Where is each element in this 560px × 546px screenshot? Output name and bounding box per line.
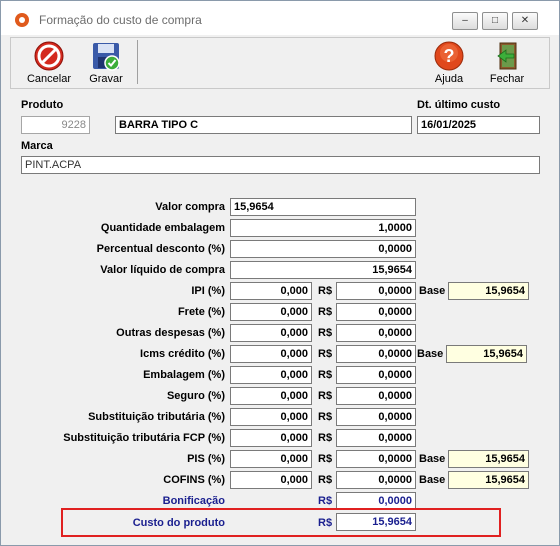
substituicao-tributaria-label: Substituição tributária (%) bbox=[88, 411, 225, 423]
produto-label: Produto bbox=[21, 99, 64, 111]
icms-credito-label: Icms crédito (%) bbox=[140, 348, 225, 360]
marca-field[interactable]: PINT.ACPA bbox=[21, 156, 540, 174]
cofins-currency: R$ bbox=[318, 474, 333, 486]
quantidade-embalagem-input[interactable]: 1,0000 bbox=[230, 219, 416, 237]
percentual-desconto-input[interactable]: 0,0000 bbox=[230, 240, 416, 258]
outras-despesas-label: Outras despesas (%) bbox=[116, 327, 225, 339]
embalagem-pct-input[interactable]: 0,000 bbox=[230, 366, 312, 384]
cofins-label: COFINS (%) bbox=[163, 474, 225, 486]
valor-liquido-label: Valor líquido de compra bbox=[100, 264, 225, 276]
custo-produto-value-field[interactable]: 15,9654 bbox=[336, 513, 416, 531]
help-icon: ? bbox=[434, 41, 464, 71]
window-title: Formação do custo de compra bbox=[39, 13, 202, 27]
ipi-base-label: Base bbox=[419, 285, 446, 297]
maximize-button[interactable]: □ bbox=[482, 12, 508, 30]
dt-ultimo-custo-label: Dt. último custo bbox=[417, 99, 501, 111]
outras-despesas-currency: R$ bbox=[318, 327, 333, 339]
embalagem-label: Embalagem (%) bbox=[143, 369, 225, 381]
bonificacao-label: Bonificação bbox=[162, 495, 225, 507]
frete-pct-input[interactable]: 0,000 bbox=[230, 303, 312, 321]
formacao-custo-window: Formação do custo de compra – □ ✕ Cancel… bbox=[0, 0, 560, 546]
seguro-value-input[interactable]: 0,0000 bbox=[336, 387, 416, 405]
cancel-icon bbox=[34, 41, 64, 71]
help-button[interactable]: ? Ajuda bbox=[425, 38, 473, 86]
outras-despesas-pct-input[interactable]: 0,000 bbox=[230, 324, 312, 342]
cofins-value-input[interactable]: 0,0000 bbox=[336, 471, 416, 489]
exit-door-icon bbox=[497, 42, 517, 70]
icms-pct-input[interactable]: 0,000 bbox=[230, 345, 312, 363]
toolbar: Cancelar Gravar ? Ajuda Fechar bbox=[10, 37, 550, 89]
ipi-currency: R$ bbox=[318, 285, 333, 297]
produto-code-field[interactable]: 9228 bbox=[21, 116, 90, 134]
substituicao-tributaria-fcp-currency: R$ bbox=[318, 432, 333, 444]
pis-value-input[interactable]: 0,0000 bbox=[336, 450, 416, 468]
substituicao-tributaria-currency: R$ bbox=[318, 411, 333, 423]
icms-base-field[interactable]: 15,9654 bbox=[446, 345, 527, 363]
cancel-button[interactable]: Cancelar bbox=[25, 38, 73, 86]
close-window-button[interactable]: ✕ bbox=[512, 12, 538, 30]
substituicao-tributaria-value-input[interactable]: 0,0000 bbox=[336, 408, 416, 426]
close-label: Fechar bbox=[489, 73, 525, 85]
help-label: Ajuda bbox=[434, 73, 464, 85]
save-label: Gravar bbox=[89, 73, 123, 85]
ipi-pct-input[interactable]: 0,000 bbox=[230, 282, 312, 300]
title-bar: Formação do custo de compra – □ ✕ bbox=[1, 1, 559, 35]
cancel-label: Cancelar bbox=[26, 73, 72, 85]
frete-value-input[interactable]: 0,0000 bbox=[336, 303, 416, 321]
produto-name-field[interactable]: BARRA TIPO C bbox=[115, 116, 412, 134]
ipi-label: IPI (%) bbox=[191, 285, 225, 297]
dt-ultimo-custo-field[interactable]: 16/01/2025 bbox=[417, 116, 540, 134]
svg-text:?: ? bbox=[444, 46, 455, 66]
app-icon bbox=[15, 13, 29, 27]
embalagem-value-input[interactable]: 0,0000 bbox=[336, 366, 416, 384]
custo-produto-currency: R$ bbox=[318, 517, 333, 529]
substituicao-tributaria-fcp-pct-input[interactable]: 0,000 bbox=[230, 429, 312, 447]
outras-despesas-value-input[interactable]: 0,0000 bbox=[336, 324, 416, 342]
cofins-base-field[interactable]: 15,9654 bbox=[448, 471, 529, 489]
percentual-desconto-label: Percentual desconto (%) bbox=[96, 243, 225, 255]
cofins-pct-input[interactable]: 0,000 bbox=[230, 471, 312, 489]
icms-base-label: Base bbox=[417, 348, 444, 360]
substituicao-tributaria-pct-input[interactable]: 0,000 bbox=[230, 408, 312, 426]
save-button[interactable]: Gravar bbox=[82, 38, 130, 86]
frete-label: Frete (%) bbox=[177, 306, 225, 318]
pis-base-label: Base bbox=[419, 453, 446, 465]
ipi-base-field[interactable]: 15,9654 bbox=[448, 282, 529, 300]
embalagem-currency: R$ bbox=[318, 369, 333, 381]
icms-value-input[interactable]: 0,0000 bbox=[336, 345, 416, 363]
close-button[interactable]: Fechar bbox=[483, 38, 531, 86]
quantidade-embalagem-label: Quantidade embalagem bbox=[100, 222, 225, 234]
frete-currency: R$ bbox=[318, 306, 333, 318]
floppy-save-icon bbox=[93, 43, 120, 71]
icms-currency: R$ bbox=[318, 348, 333, 360]
valor-liquido-input[interactable]: 15,9654 bbox=[230, 261, 416, 279]
valor-compra-input[interactable]: 15,9654 bbox=[230, 198, 416, 216]
minimize-button[interactable]: – bbox=[452, 12, 478, 30]
seguro-label: Seguro (%) bbox=[166, 390, 225, 402]
substituicao-tributaria-fcp-value-input[interactable]: 0,0000 bbox=[336, 429, 416, 447]
seguro-currency: R$ bbox=[318, 390, 333, 402]
pis-label: PIS (%) bbox=[187, 453, 225, 465]
custo-produto-label: Custo do produto bbox=[132, 517, 225, 529]
valor-compra-label: Valor compra bbox=[155, 201, 225, 213]
pis-pct-input[interactable]: 0,000 bbox=[230, 450, 312, 468]
marca-label: Marca bbox=[21, 140, 53, 152]
pis-base-field[interactable]: 15,9654 bbox=[448, 450, 529, 468]
substituicao-tributaria-fcp-label: Substituição tributária FCP (%) bbox=[63, 432, 225, 444]
pis-currency: R$ bbox=[318, 453, 333, 465]
seguro-pct-input[interactable]: 0,000 bbox=[230, 387, 312, 405]
ipi-value-input[interactable]: 0,0000 bbox=[336, 282, 416, 300]
cofins-base-label: Base bbox=[419, 474, 446, 486]
toolbar-separator bbox=[137, 40, 138, 84]
bonificacao-currency: R$ bbox=[318, 495, 333, 507]
